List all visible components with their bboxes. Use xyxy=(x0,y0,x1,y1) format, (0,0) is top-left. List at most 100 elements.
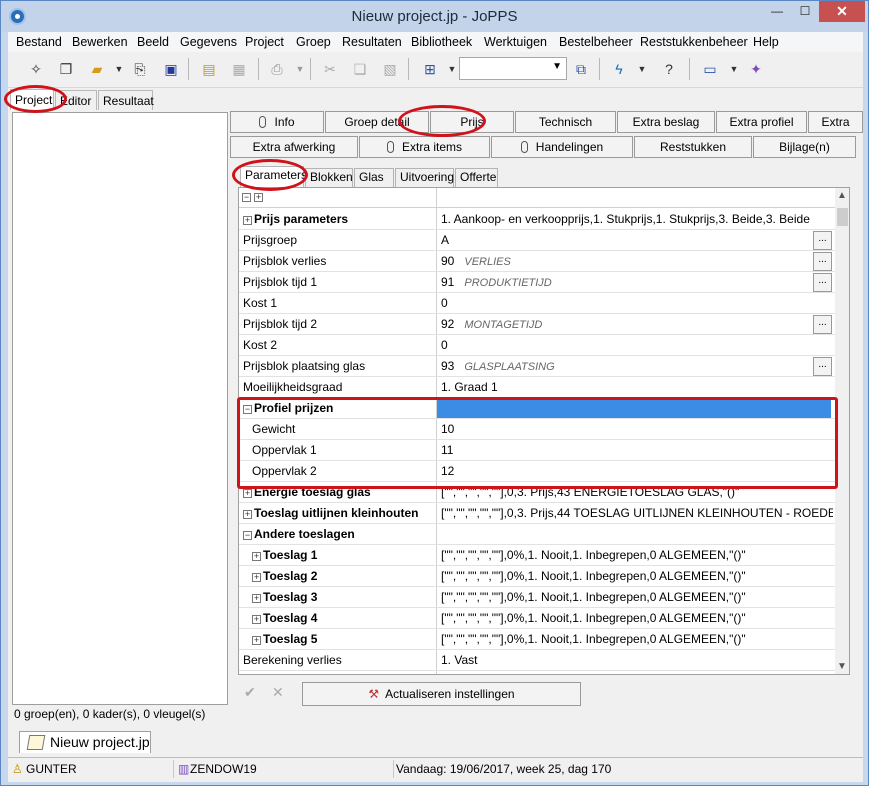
expand-icon[interactable]: + xyxy=(243,510,252,519)
row-value[interactable]: ["","","","",""],0%,1. Nooit,1. Inbegrep… xyxy=(441,632,833,646)
grid-row[interactable]: Oppervlak 2 12 xyxy=(239,461,835,482)
ellipsis-button[interactable]: ... xyxy=(813,273,832,292)
row-value[interactable]: 0 xyxy=(441,338,833,352)
expand-icon[interactable]: + xyxy=(252,552,261,561)
tab-uitvoering[interactable]: Uitvoering xyxy=(395,168,454,187)
row-value[interactable]: 1. Vast xyxy=(441,653,833,667)
grid-row[interactable]: − Profiel prijzen xyxy=(239,398,835,419)
save-icon[interactable]: ▣ xyxy=(160,58,182,80)
expand-icon[interactable]: + xyxy=(252,615,261,624)
grid-row[interactable]: + Toeslag 4 ["","","","",""],0%,1. Nooit,1… xyxy=(239,608,835,629)
grid-row[interactable]: Prijsgroep A... xyxy=(239,230,835,251)
expand-icon[interactable]: + xyxy=(252,594,261,603)
grid-row[interactable]: Prijsblok tijd 1 91 PRODUKTIETIJD... xyxy=(239,272,835,293)
vertical-scrollbar[interactable]: ▲ ▼ xyxy=(835,188,849,674)
grid-row[interactable]: + Toeslag 1 ["","","","",""],0%,1. Nooit,1… xyxy=(239,545,835,566)
grid-row[interactable]: + Toeslag 5 ["","","","",""],0%,1. Nooit,1… xyxy=(239,629,835,650)
calculator-icon[interactable]: ▤ xyxy=(198,58,220,80)
menu-resultaten[interactable]: Resultaten xyxy=(342,35,402,49)
ellipsis-button[interactable]: ... xyxy=(813,315,832,334)
ellipsis-button[interactable]: ... xyxy=(813,252,832,271)
grid-row[interactable]: + Prijs parameters 1. Aankoop- en verkoopp… xyxy=(239,209,835,230)
row-value[interactable]: 12 xyxy=(441,464,833,478)
grid-row[interactable]: Prijsblok tijd 2 92 MONTAGETIJD... xyxy=(239,314,835,335)
extra-vulling-button[interactable]: Extra vulling xyxy=(808,111,863,149)
minimize-button[interactable]: — xyxy=(763,1,791,22)
row-value[interactable]: 10 xyxy=(441,422,833,436)
expand-icon[interactable]: + xyxy=(252,573,261,582)
tab-parameters[interactable]: Parameters xyxy=(240,166,307,188)
groep-detail-button[interactable]: Groep detail xyxy=(325,111,429,133)
row-value[interactable]: A xyxy=(441,233,833,247)
menu-werktuigen[interactable]: Werktuigen xyxy=(484,35,547,49)
row-value[interactable]: 1. Aankoop- en verkoopprijs,1. Stukprijs… xyxy=(441,212,833,226)
row-value[interactable]: 1. Graad 1 xyxy=(441,380,833,394)
close-button[interactable]: ✕ xyxy=(819,1,865,22)
print-dropdown-icon[interactable]: ▼ xyxy=(289,58,311,80)
parameter-grid[interactable]: − + + Prijs parameters 1. Aankoop- en verk… xyxy=(238,187,850,675)
lightning-dropdown-icon[interactable]: ▼ xyxy=(631,58,653,80)
title-bar[interactable]: Nieuw project.jp - JoPPS — ☐ ✕ xyxy=(1,1,868,32)
actualiseren-button[interactable]: ⚒ Actualiseren instellingen xyxy=(302,682,581,706)
export-icon[interactable]: ⎘ xyxy=(129,58,151,80)
row-value[interactable]: ["","","","",""],0%,1. Nooit,1. Inbegrep… xyxy=(441,611,833,625)
row-value[interactable]: ["","","","",""],0%,1. Nooit,1. Inbegrep… xyxy=(441,590,833,604)
ellipsis-button[interactable]: ... xyxy=(813,357,832,376)
wand-icon[interactable]: ✦ xyxy=(745,58,767,80)
tab-resultaat[interactable]: Resultaat xyxy=(98,90,154,110)
scroll-down-icon[interactable]: ▼ xyxy=(837,661,847,672)
cancel-icon[interactable]: ✕ xyxy=(272,684,284,701)
menu-project[interactable]: Project xyxy=(245,35,284,49)
scroll-up-icon[interactable]: ▲ xyxy=(837,190,847,201)
grid-row[interactable]: Moeilijkheidsgraad 1. Graad 1 xyxy=(239,377,835,398)
scroll-thumb[interactable] xyxy=(837,208,848,226)
table-icon[interactable]: ▦ xyxy=(228,58,250,80)
grid-row[interactable]: Oppervlak 1 11 xyxy=(239,440,835,461)
extra-beslag-button[interactable]: Extra beslag xyxy=(617,111,715,133)
menu-bestelbeheer[interactable]: Bestelbeheer xyxy=(559,35,633,49)
new-icon[interactable]: ✧ xyxy=(25,58,47,80)
ellipsis-button[interactable]: ... xyxy=(813,231,832,250)
grid-row[interactable]: + Toeslag 2 ["","","","",""],0%,1. Nooit,1… xyxy=(239,566,835,587)
database-help-icon[interactable]: ? xyxy=(658,58,680,80)
tab-glas[interactable]: Glas xyxy=(354,168,394,187)
grid-row[interactable]: Gewicht 10 xyxy=(239,419,835,440)
handelingen-button[interactable]: Handelingen xyxy=(491,136,633,158)
grid-row[interactable]: Berekening verlies 1. Vast xyxy=(239,650,835,671)
lightning-icon[interactable]: ϟ xyxy=(608,58,630,80)
grid-row[interactable]: + Energie toeslag glas ["","","","",""],0,… xyxy=(239,482,835,503)
grid-row[interactable]: + Toeslag uitlijnen kleinhouten ["","","",… xyxy=(239,503,835,524)
menu-reststukkenbeheer[interactable]: Reststukkenbeheer xyxy=(640,35,748,49)
project-tree-panel[interactable] xyxy=(12,112,228,705)
expand-all-icon[interactable]: + xyxy=(254,193,263,202)
row-value[interactable]: 92 MONTAGETIJD xyxy=(441,317,833,331)
grid-row[interactable]: + Toeslag 3 ["","","","",""],0%,1. Nooit,1… xyxy=(239,587,835,608)
grid-row[interactable]: − Andere toeslagen xyxy=(239,524,835,545)
row-value[interactable] xyxy=(437,398,831,418)
collapse-all-icon[interactable]: − xyxy=(242,193,251,202)
reststukken-button[interactable]: Reststukken xyxy=(634,136,752,158)
paste-icon[interactable]: ▧ xyxy=(379,58,401,80)
row-value[interactable]: 90 VERLIES xyxy=(441,254,833,268)
info-button[interactable]: Info xyxy=(230,111,324,133)
row-value[interactable]: 11 xyxy=(441,443,833,457)
extra-afwerking-button[interactable]: Extra afwerking xyxy=(230,136,358,158)
row-value[interactable]: ["","","","",""],0%,1. Nooit,1. Inbegrep… xyxy=(441,569,833,583)
prijs-button[interactable]: Prijs xyxy=(430,111,514,133)
grid-row[interactable]: Prijsblok verlies 90 VERLIES... xyxy=(239,251,835,272)
menu-bestand[interactable]: Bestand xyxy=(16,35,62,49)
grid-row[interactable]: Prijsblok plaatsing glas 93 GLASPLAATSING.… xyxy=(239,356,835,377)
menu-bibliotheek[interactable]: Bibliotheek xyxy=(411,35,472,49)
apply-icon[interactable]: ✔ xyxy=(244,684,256,701)
cut-icon[interactable]: ✂ xyxy=(319,58,341,80)
technisch-button[interactable]: Technisch xyxy=(515,111,616,133)
row-value[interactable]: 0 xyxy=(441,296,833,310)
row-value[interactable]: ["","","","",""],0,3. Prijs,44 TOESLAG U… xyxy=(441,506,833,520)
toolbar-combo[interactable]: ▼ xyxy=(459,57,567,80)
document-tab[interactable]: Nieuw project.jp xyxy=(19,731,151,753)
tab-project[interactable]: Project xyxy=(10,89,54,110)
grid-row[interactable]: Kost 1 0 xyxy=(239,293,835,314)
window-grid-icon[interactable]: ⧉ xyxy=(570,58,592,80)
menu-beeld[interactable]: Beeld xyxy=(137,35,169,49)
tab-editor[interactable]: Editor xyxy=(55,90,97,110)
